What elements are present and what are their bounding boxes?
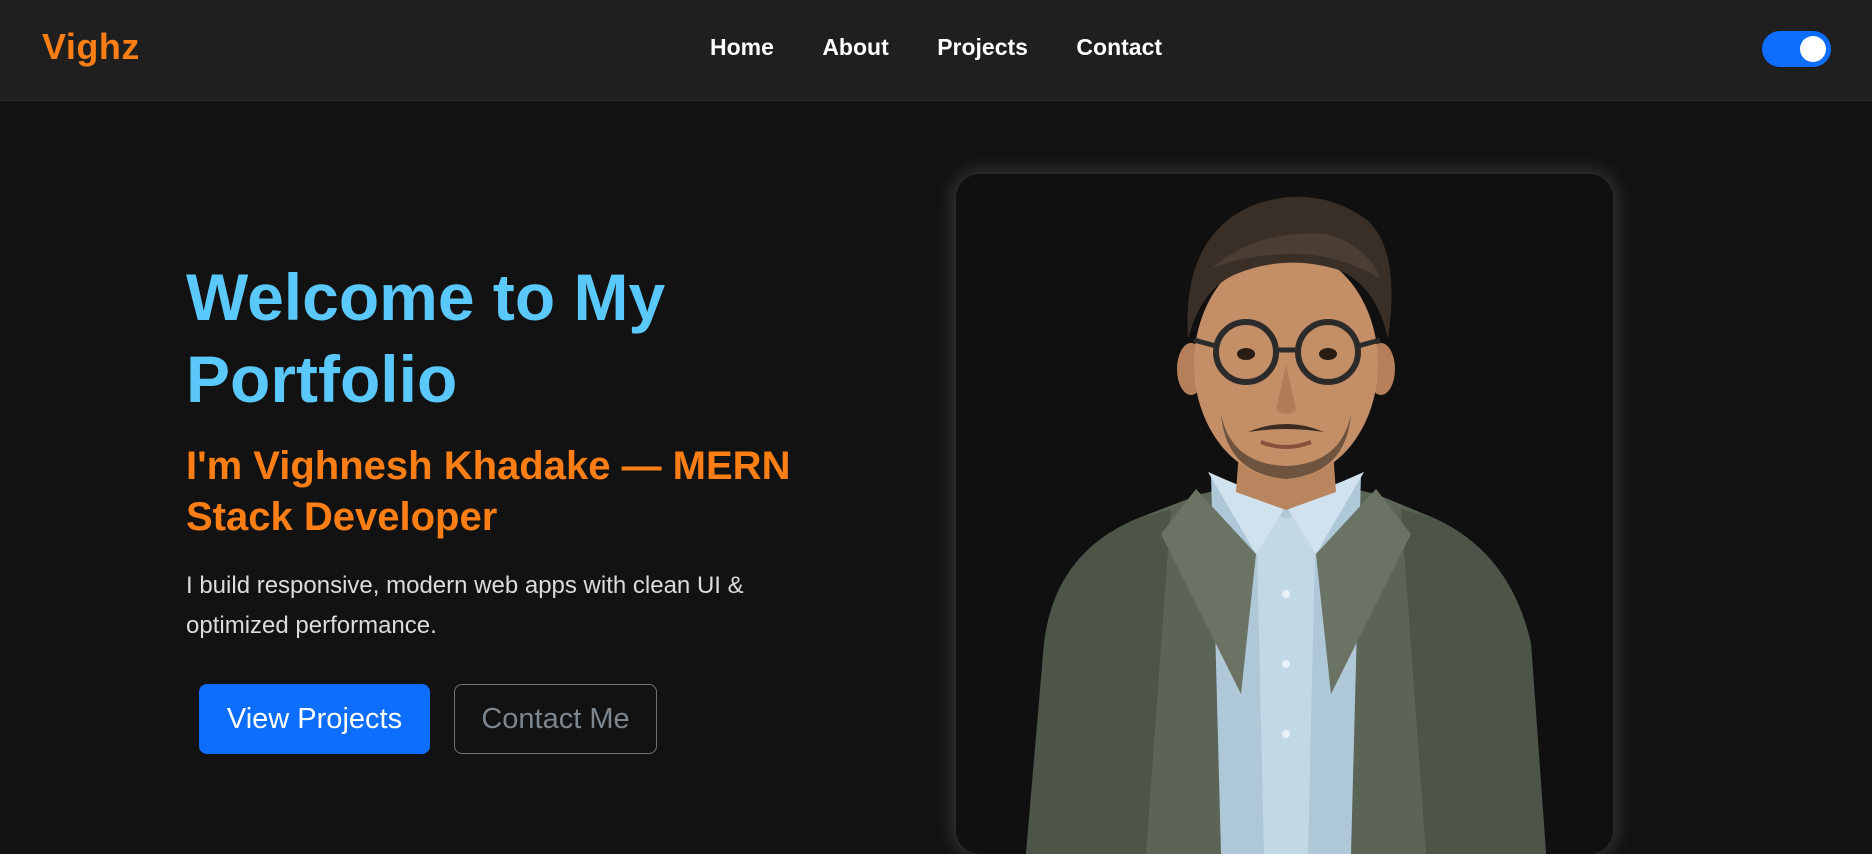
- navbar: Vighz Home About Projects Contact: [0, 0, 1872, 101]
- nav-link-about[interactable]: About: [822, 34, 888, 61]
- hero-title: Welcome to My Portfolio: [186, 260, 666, 416]
- profile-photo-card: [956, 174, 1613, 854]
- hero-description: I build responsive, modern web apps with…: [186, 572, 744, 639]
- nav-link-projects[interactable]: Projects: [937, 34, 1028, 61]
- contact-me-button[interactable]: Contact Me: [454, 684, 657, 754]
- view-projects-button[interactable]: View Projects: [199, 684, 430, 754]
- portrait-photo: [956, 174, 1613, 854]
- nav-link-home[interactable]: Home: [710, 34, 774, 61]
- nav-links: Home About Projects Contact: [0, 34, 1872, 61]
- toggle-knob: [1800, 36, 1826, 62]
- hero-subtitle: I'm Vighnesh Khadake — MERN Stack Develo…: [186, 444, 791, 539]
- theme-toggle[interactable]: [1762, 31, 1831, 67]
- nav-link-contact[interactable]: Contact: [1076, 34, 1162, 61]
